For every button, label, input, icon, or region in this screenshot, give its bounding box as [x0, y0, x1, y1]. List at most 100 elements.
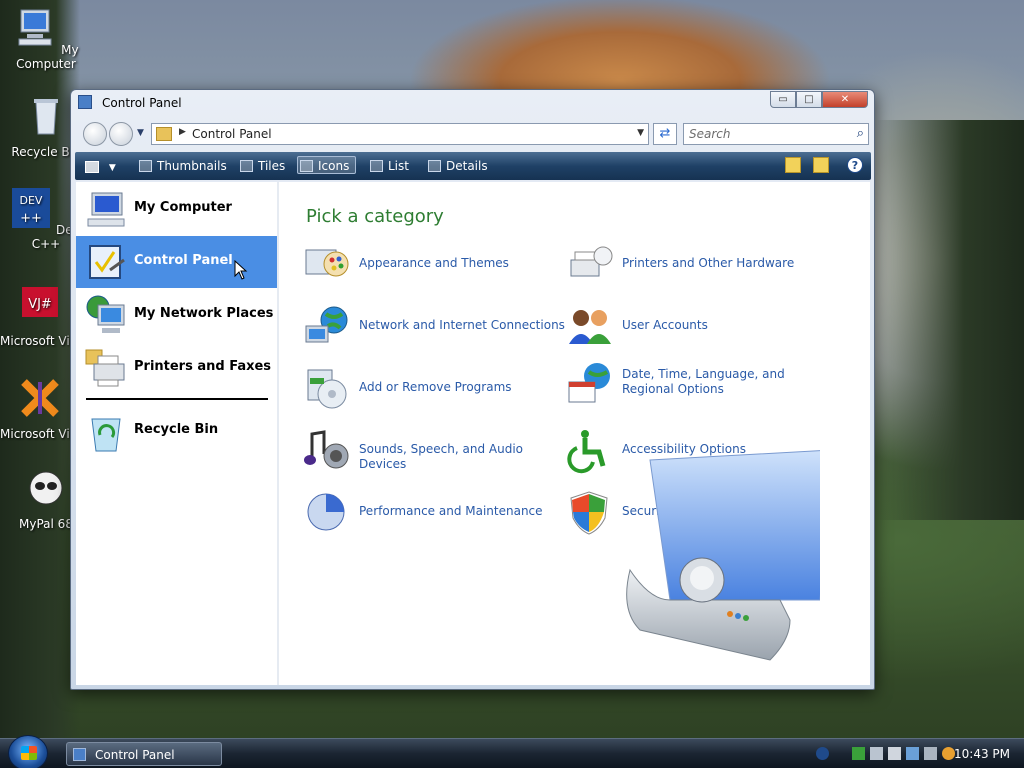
add-remove-programs-icon [307, 369, 347, 409]
close-button[interactable]: ✕ [822, 91, 868, 108]
recycle-bin-icon [91, 418, 121, 452]
start-button[interactable] [8, 735, 48, 768]
search-input[interactable]: Search ⌕ [683, 123, 869, 145]
folder-up-icon[interactable] [785, 157, 801, 173]
window-title: Control Panel [102, 96, 182, 110]
sidebar-item-control-panel[interactable]: Control Panel [76, 236, 277, 288]
category-label: Appearance and Themes [359, 256, 509, 270]
wallpaper-trees-right [874, 120, 1024, 520]
usb-icon[interactable] [870, 747, 883, 760]
help-button[interactable]: ? [847, 157, 863, 173]
display-tray-icon[interactable] [906, 747, 919, 760]
language-tray-icon[interactable] [924, 747, 937, 760]
refresh-button[interactable]: ⇄ [653, 123, 677, 145]
chevron-down-icon: ▼ [108, 163, 116, 173]
view-list-label: List [388, 159, 409, 173]
sidebar-item-label: Recycle Bin [134, 422, 219, 437]
svg-text:DEV: DEV [20, 194, 43, 207]
category-printers-and-other-hardware[interactable]: Printers and Other Hardware [567, 240, 827, 290]
sidebar-item-printers-and-faxes[interactable]: Printers and Faxes [76, 342, 277, 394]
view-thumbnails-label: Thumbnails [157, 159, 227, 173]
taskbar-item-label: Control Panel [95, 748, 175, 762]
desktop-icon-my-computer[interactable]: My Computer [6, 6, 86, 71]
control-panel-icon [73, 748, 86, 761]
network-tray-icon[interactable] [888, 747, 901, 760]
security-check-icon[interactable] [852, 747, 865, 760]
dev-cpp-icon: DEV ++ [12, 188, 51, 228]
address-dropdown-icon[interactable]: ▼ [637, 128, 644, 138]
category-network-and-internet-connections[interactable]: Network and Internet Connections [304, 302, 565, 352]
view-details[interactable]: Details [426, 157, 488, 175]
category-appearance-and-themes[interactable]: Appearance and Themes [304, 240, 564, 290]
back-button[interactable] [83, 122, 107, 146]
navigation-pane: My Computer Control Panel My Network Pla… [76, 182, 279, 685]
sidebar-item-label: My Network Places [134, 306, 274, 321]
printer-hardware-icon [570, 246, 613, 277]
svg-text:++: ++ [20, 211, 42, 226]
search-placeholder: Search [689, 127, 731, 141]
visual-studio-icon [21, 379, 59, 417]
printer-icon [85, 349, 125, 387]
category-label: Add or Remove Programs [359, 380, 512, 394]
recent-pages-dropdown-icon[interactable]: ▼ [137, 128, 144, 138]
control-panel-artwork-icon [626, 450, 820, 661]
sidebar-item-my-network-places[interactable]: My Network Places [76, 289, 277, 341]
view-icons[interactable]: Icons [297, 156, 357, 174]
clock[interactable]: 10:43 PM [954, 747, 1010, 761]
category-label: Network and Internet Connections [359, 318, 565, 332]
performance-maintenance-icon [307, 493, 345, 531]
windows-logo-icon [21, 746, 37, 760]
address-bar[interactable]: ▶ Control Panel ▼ [151, 123, 649, 145]
sidebar-item-my-computer[interactable]: My Computer [76, 183, 277, 235]
system-tray: 10:43 PM [814, 739, 1024, 768]
layout-icon [85, 160, 99, 173]
layout-button[interactable]: ▼ [85, 157, 116, 175]
desktop-icon-label: MyPal 68 [19, 517, 73, 531]
category-label: Performance and Maintenance [359, 504, 543, 518]
window-controls: ▭ □ ✕ [770, 91, 868, 108]
breadcrumb-arrow-icon[interactable]: ▶ [179, 127, 186, 137]
control-panel-icon [78, 95, 92, 109]
computer-icon [87, 192, 125, 227]
desktop-icon-visual-studio[interactable]: Microsoft Visual Studio 2005 [0, 376, 80, 441]
category-label: Printers and Other Hardware [622, 256, 795, 270]
category-label: User Accounts [622, 318, 708, 332]
taskbar: Control Panel 10:43 PM [0, 735, 1024, 768]
view-toolbar: ▼ Thumbnails Tiles Icons List Details ? [75, 152, 871, 180]
control-panel-icon [89, 245, 125, 279]
desktop-icon-vjsharp[interactable]: VJ# Microsoft Visual J# 2005 Express [0, 283, 80, 348]
view-details-label: Details [446, 159, 488, 173]
maximize-button[interactable]: □ [796, 91, 822, 108]
help-icon[interactable] [816, 747, 829, 760]
category-sounds-speech-audio[interactable]: Sounds, Speech, and Audio Devices [304, 426, 564, 476]
user-accounts-icon [569, 310, 611, 344]
category-performance-and-maintenance[interactable]: Performance and Maintenance [304, 488, 564, 538]
details-icon [428, 160, 441, 172]
title-bar[interactable]: Control Panel ▭ □ ✕ [71, 90, 874, 116]
view-list[interactable]: List [368, 157, 409, 175]
desktop-icon-label: Microsoft Visual J# 2005 Express [0, 334, 80, 348]
thumbnails-icon [139, 160, 152, 172]
sidebar-item-label: Control Panel [134, 253, 233, 268]
taskbar-item-control-panel[interactable]: Control Panel [66, 742, 222, 766]
minimize-button[interactable]: ▭ [770, 91, 796, 108]
sidebar-item-label: Printers and Faxes [134, 359, 272, 374]
sidebar-item-recycle-bin[interactable]: Recycle Bin [76, 405, 277, 457]
folder-icon [156, 127, 172, 141]
computer-icon [18, 9, 52, 46]
recycle-bin-icon [34, 99, 58, 135]
folder-options-icon[interactable] [813, 157, 829, 173]
mypal-icon [29, 471, 63, 505]
view-tiles[interactable]: Tiles [238, 157, 285, 175]
tiles-icon [240, 160, 253, 172]
forward-button[interactable] [109, 122, 133, 146]
category-user-accounts[interactable]: User Accounts [567, 302, 827, 352]
view-thumbnails[interactable]: Thumbnails [137, 157, 227, 175]
category-add-or-remove-programs[interactable]: Add or Remove Programs [304, 364, 564, 414]
category-label: Sounds, Speech, and Audio Devices [359, 442, 523, 471]
svg-text:VJ#: VJ# [28, 297, 52, 312]
sidebar-divider [86, 398, 268, 400]
visual-jsharp-icon: VJ# [22, 287, 58, 317]
view-icons-label: Icons [318, 159, 350, 173]
search-icon[interactable]: ⌕ [857, 126, 864, 141]
